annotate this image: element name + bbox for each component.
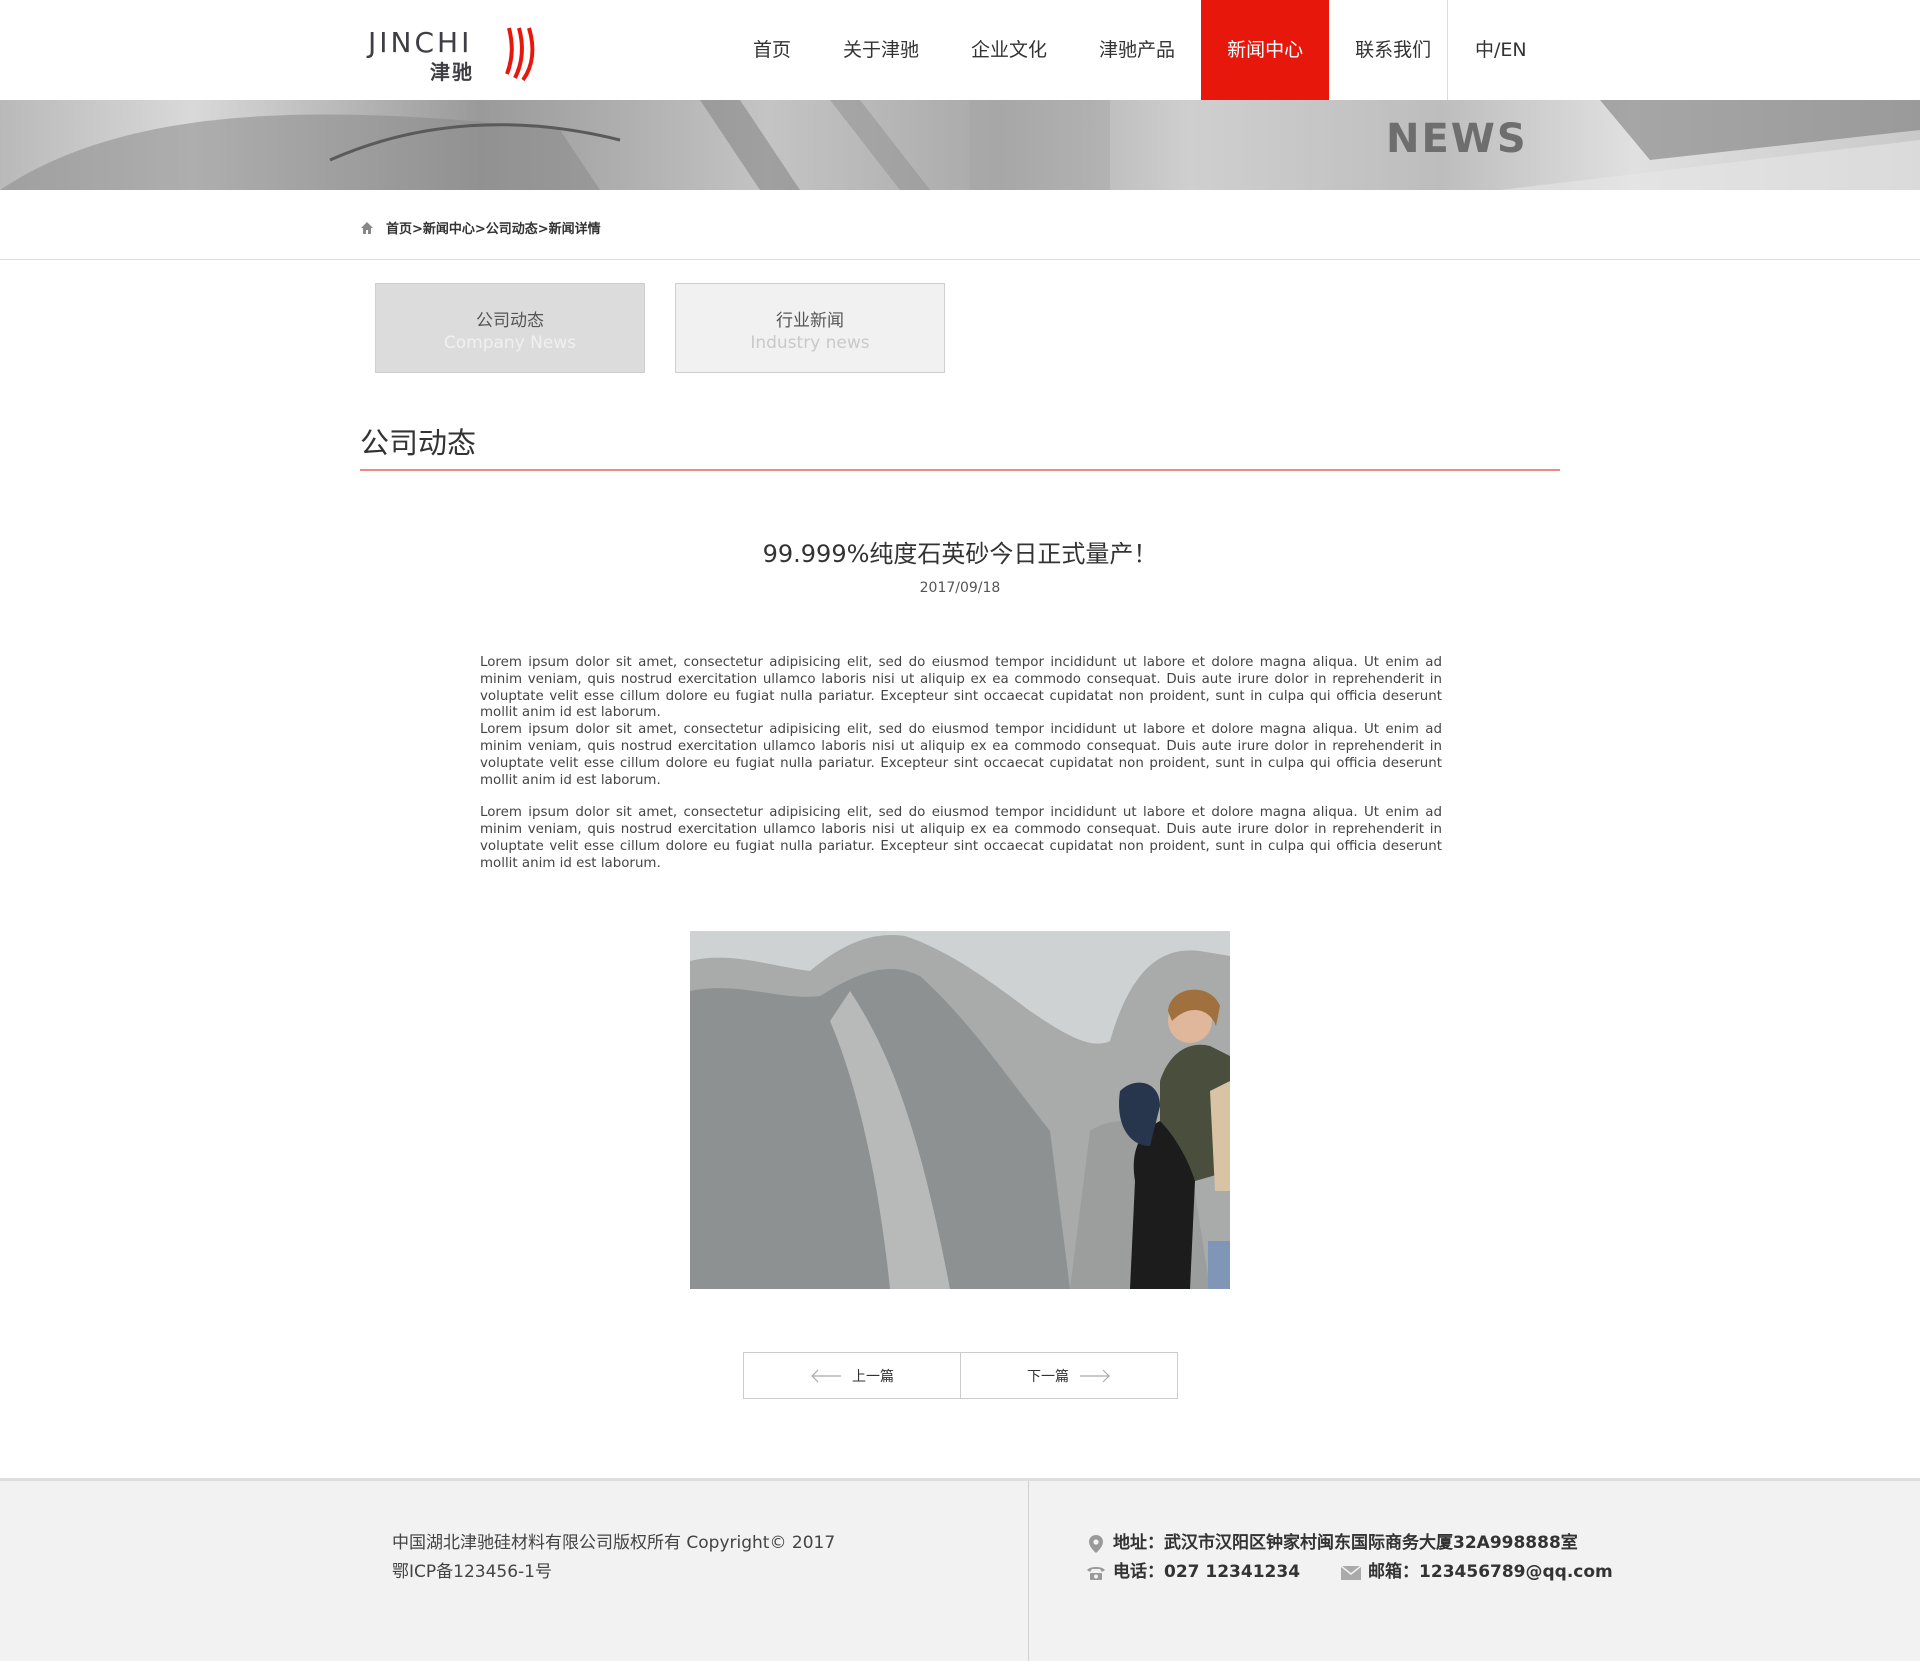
logo-mark-icon xyxy=(505,27,535,82)
tab-label-en: Industry news xyxy=(750,333,870,353)
footer-contact-block: 地址：武汉市汉阳区钟家村闽东国际商务大厦32A998888室 电话：027 12… xyxy=(1085,1529,1613,1587)
section-divider xyxy=(360,469,1560,471)
arrow-right-icon xyxy=(1080,1369,1110,1382)
footer-divider xyxy=(1028,1481,1029,1661)
nav-news[interactable]: 新闻中心 xyxy=(1201,0,1330,100)
article-title: 99.999%纯度石英砂今日正式量产！ xyxy=(762,540,1158,568)
page-banner: NEWS xyxy=(0,100,1920,190)
home-icon[interactable] xyxy=(360,221,374,235)
section-title: 公司动态 xyxy=(360,426,477,460)
arrow-left-icon xyxy=(811,1369,841,1382)
tab-label-en: Company News xyxy=(443,333,577,353)
address-text: 地址：武汉市汉阳区钟家村闽东国际商务大厦32A998888室 xyxy=(1113,1533,1578,1553)
nav-contact[interactable]: 联系我们 xyxy=(1329,0,1457,100)
logo-text-en: JINCHI xyxy=(368,26,473,59)
article-pager: 上一篇 下一篇 xyxy=(743,1352,1178,1399)
mail-icon xyxy=(1340,1564,1362,1582)
location-pin-icon xyxy=(1085,1534,1107,1553)
banner-image xyxy=(0,100,1920,190)
nav-divider xyxy=(1447,0,1448,100)
language-switch[interactable]: 中/EN xyxy=(1475,0,1527,100)
address-row: 地址：武汉市汉阳区钟家村闽东国际商务大厦32A998888室 xyxy=(1085,1529,1613,1558)
site-header: JINCHI 津驰 首页 关于津驰 企业文化 津驰产品 新闻中心 联系我们 中/… xyxy=(0,0,1920,100)
tab-industry-news[interactable]: 行业新闻 Industry news xyxy=(675,283,945,373)
tab-label-cn: 行业新闻 xyxy=(776,311,844,331)
nav-home[interactable]: 首页 xyxy=(727,0,817,100)
article-paragraph: Lorem ipsum dolor sit amet, consectetur … xyxy=(480,722,1442,788)
tab-company-news[interactable]: 公司动态 Company News xyxy=(375,283,645,373)
next-article-label: 下一篇 xyxy=(1027,1368,1069,1385)
breadcrumb-bar: 首页>新闻中心>公司动态>新闻详情 xyxy=(0,190,1920,260)
article-body: Lorem ipsum dolor sit amet, consectetur … xyxy=(480,655,1442,873)
nav-products[interactable]: 津驰产品 xyxy=(1073,0,1201,100)
banner-title: NEWS xyxy=(1386,116,1528,162)
breadcrumb-text[interactable]: 首页>新闻中心>公司动态>新闻详情 xyxy=(386,218,601,237)
phone-email-row: 电话：027 12341234 邮箱：123456789@qq.com xyxy=(1085,1558,1613,1587)
main-nav: 首页 关于津驰 企业文化 津驰产品 新闻中心 联系我们 xyxy=(727,0,1457,100)
nav-culture[interactable]: 企业文化 xyxy=(945,0,1073,100)
next-article-button[interactable]: 下一篇 xyxy=(961,1353,1177,1398)
tab-label-cn: 公司动态 xyxy=(476,311,544,331)
site-logo[interactable]: JINCHI 津驰 xyxy=(368,22,548,84)
article-paragraph: Lorem ipsum dolor sit amet, consectetur … xyxy=(480,655,1442,721)
site-footer: 中国湖北津驰硅材料有限公司版权所有 Copyright© 2017 鄂ICP备1… xyxy=(0,1478,1920,1661)
article-image xyxy=(690,931,1230,1289)
article-date: 2017/09/18 xyxy=(919,580,1001,596)
footer-copyright-block: 中国湖北津驰硅材料有限公司版权所有 Copyright© 2017 鄂ICP备1… xyxy=(392,1529,835,1587)
nav-about[interactable]: 关于津驰 xyxy=(817,0,945,100)
breadcrumb: 首页>新闻中心>公司动态>新闻详情 xyxy=(360,218,601,237)
prev-article-label: 上一篇 xyxy=(852,1368,894,1385)
phone-text: 电话：027 12341234 xyxy=(1113,1562,1301,1582)
prev-article-button[interactable]: 上一篇 xyxy=(744,1353,961,1398)
email-text[interactable]: 邮箱：123456789@qq.com xyxy=(1368,1558,1613,1587)
phone-icon xyxy=(1085,1564,1107,1582)
logo-text-cn: 津驰 xyxy=(430,60,474,84)
icp-text[interactable]: 鄂ICP备123456-1号 xyxy=(392,1558,835,1587)
article-paragraph: Lorem ipsum dolor sit amet, consectetur … xyxy=(480,805,1442,871)
copyright-text: 中国湖北津驰硅材料有限公司版权所有 Copyright© 2017 xyxy=(392,1533,836,1553)
